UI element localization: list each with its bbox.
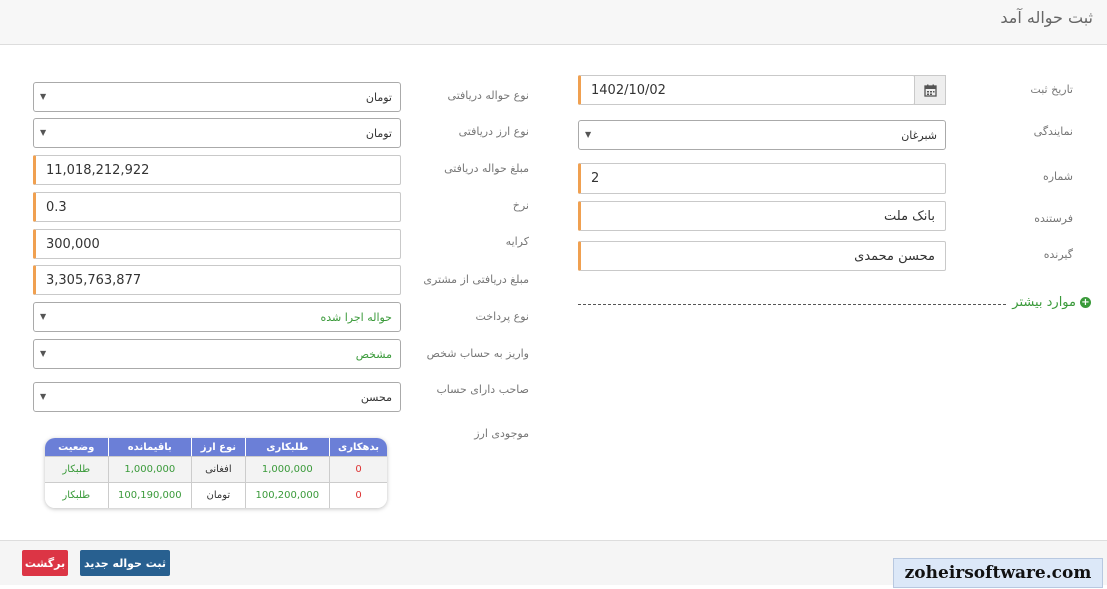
table-row: 0 1,000,000 افغانی 1,000,000 طلبکار (45, 456, 387, 482)
deposit-select[interactable]: مشخص ▼ (33, 339, 401, 369)
caret-down-icon: ▼ (40, 92, 47, 101)
amount-label: مبلغ حواله دریافتی (444, 162, 529, 175)
save-new-transfer-button[interactable]: ثبت حواله جدید (80, 550, 170, 576)
agency-label: نمایندگی (1033, 125, 1073, 138)
number-input[interactable]: 2 (578, 163, 946, 194)
cell-remaining: 100,190,000 (107, 482, 192, 508)
sender-input[interactable]: بانک ملت (578, 201, 946, 231)
sender-label: فرستنده (1034, 212, 1073, 225)
fee-input[interactable]: 300,000 (33, 229, 401, 259)
currency-balance-table: بدهکاری طلبکاری نوع ارز باقیمانده وضعیت … (45, 438, 387, 508)
agency-select[interactable]: شبرغان ▼ (578, 120, 946, 150)
page-header: ثبت حواله آمد (0, 0, 1107, 45)
receiver-label: گیرنده (1043, 248, 1073, 261)
rate-label: نرخ (512, 199, 529, 212)
balance-label: موجودی ارز (474, 427, 529, 440)
header-credit: طلبکاری (244, 438, 330, 456)
caret-down-icon: ▼ (585, 130, 592, 139)
watermark: zoheirsoftware.com (893, 558, 1103, 588)
currency-type-select[interactable]: تومان ▼ (33, 118, 401, 148)
payment-type-value: حواله اجرا شده (320, 310, 392, 324)
header-status: وضعیت (45, 438, 108, 456)
account-holder-value: محسن (360, 390, 392, 404)
cell-status: طلبکار (45, 456, 108, 482)
cell-remaining: 1,000,000 (107, 456, 192, 482)
account-holder-label: صاحب دارای حساب (436, 383, 529, 396)
more-options-link[interactable]: + موارد بیشتر (1008, 295, 1091, 310)
header-debit: بدهکاری (329, 438, 387, 456)
caret-down-icon: ▼ (40, 128, 47, 137)
table-row: 0 100,200,000 تومان 100,190,000 طلبکار (45, 482, 387, 508)
deposit-value: مشخص (355, 347, 392, 361)
cell-debit: 0 (329, 456, 387, 482)
agency-value: شبرغان (901, 128, 937, 142)
table-header-row: بدهکاری طلبکاری نوع ارز باقیمانده وضعیت (45, 438, 387, 456)
back-button[interactable]: برگشت (22, 550, 68, 576)
customer-amount-label: مبلغ دریافتی از مشتری (423, 273, 529, 286)
date-input[interactable]: 1402/10/02 (578, 75, 915, 105)
cell-debit: 0 (329, 482, 387, 508)
cell-credit: 100,200,000 (244, 482, 330, 508)
number-label: شماره (1042, 170, 1073, 183)
rate-input[interactable]: 0.3 (33, 192, 401, 222)
cell-currency: افغانی (191, 456, 245, 482)
account-holder-select[interactable]: محسن ▼ (33, 382, 401, 412)
cell-credit: 1,000,000 (244, 456, 330, 482)
deposit-label: واریز به حساب شخص (426, 347, 529, 360)
currency-type-value: تومان (365, 126, 392, 140)
currency-type-label: نوع ارز دریافتی (458, 125, 529, 138)
fee-label: کرایه (505, 235, 529, 248)
payment-type-select[interactable]: حواله اجرا شده ▼ (33, 302, 401, 332)
calendar-icon (923, 84, 937, 97)
header-remaining: باقیمانده (107, 438, 192, 456)
amount-input[interactable]: 11,018,212,922 (33, 155, 401, 185)
calendar-button[interactable] (914, 75, 946, 105)
transfer-type-value: تومان (365, 90, 392, 104)
header-currency: نوع ارز (191, 438, 245, 456)
page-title: ثبت حواله آمد (1000, 8, 1093, 27)
plus-circle-icon: + (1080, 297, 1091, 308)
date-label: تاریخ ثبت (1030, 83, 1073, 96)
receiver-input[interactable]: محسن محمدی (578, 241, 946, 271)
customer-amount-input[interactable]: 3,305,763,877 (33, 265, 401, 295)
transfer-type-select[interactable]: تومان ▼ (33, 82, 401, 112)
more-options-label: موارد بیشتر (1012, 295, 1076, 310)
transfer-type-label: نوع حواله دریافتی (447, 89, 529, 102)
payment-type-label: نوع پرداخت (475, 310, 530, 323)
cell-status: طلبکار (45, 482, 108, 508)
caret-down-icon: ▼ (40, 392, 47, 401)
caret-down-icon: ▼ (40, 312, 47, 321)
cell-currency: تومان (191, 482, 245, 508)
caret-down-icon: ▼ (40, 349, 47, 358)
